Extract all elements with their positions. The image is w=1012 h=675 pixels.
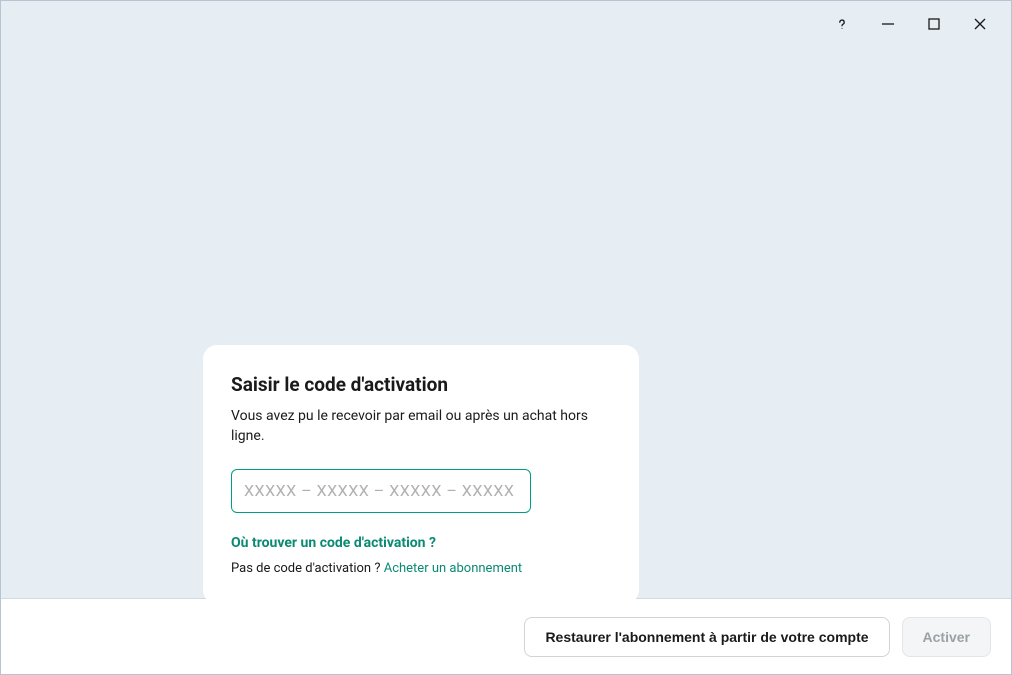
maximize-icon bbox=[927, 17, 941, 31]
app-window: Saisir le code d'activation Vous avez pu… bbox=[0, 0, 1012, 675]
no-code-prefix: Pas de code d'activation ? bbox=[231, 561, 384, 576]
maximize-button[interactable] bbox=[911, 1, 957, 47]
close-button[interactable] bbox=[957, 1, 1003, 47]
help-button[interactable] bbox=[819, 1, 865, 47]
card-subtitle: Vous avez pu le recevoir par email ou ap… bbox=[231, 406, 611, 447]
card-title: Saisir le code d'activation bbox=[231, 373, 611, 396]
content-area: Saisir le code d'activation Vous avez pu… bbox=[1, 47, 1011, 598]
activation-card: Saisir le code d'activation Vous avez pu… bbox=[203, 345, 639, 604]
minimize-button[interactable] bbox=[865, 1, 911, 47]
buy-subscription-link[interactable]: Acheter un abonnement bbox=[384, 561, 522, 576]
minimize-icon bbox=[881, 17, 895, 31]
restore-subscription-button[interactable]: Restaurer l'abonnement à partir de votre… bbox=[524, 617, 889, 657]
titlebar bbox=[1, 1, 1011, 47]
activation-code-input[interactable] bbox=[231, 469, 531, 513]
footer: Restaurer l'abonnement à partir de votre… bbox=[1, 598, 1011, 674]
where-find-code-link[interactable]: Où trouver un code d'activation ? bbox=[231, 535, 611, 551]
help-icon bbox=[835, 17, 849, 31]
close-icon bbox=[973, 17, 987, 31]
activate-button[interactable]: Activer bbox=[902, 617, 991, 657]
no-code-text: Pas de code d'activation ? Acheter un ab… bbox=[231, 561, 611, 576]
